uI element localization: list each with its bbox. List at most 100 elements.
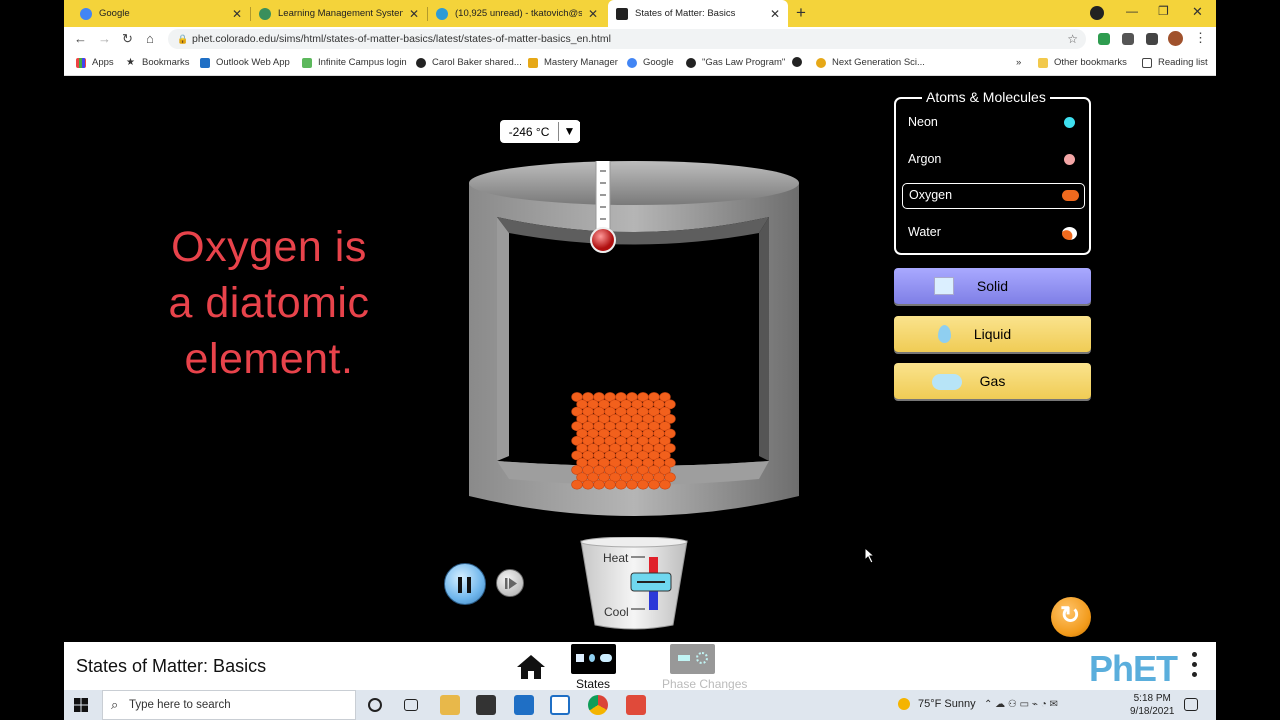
bookmark-apps[interactable]: Apps bbox=[76, 57, 114, 68]
argon-icon bbox=[1064, 154, 1075, 165]
extension-icon[interactable] bbox=[1098, 33, 1110, 45]
puzzle-icon[interactable] bbox=[1146, 33, 1158, 45]
phet-icon bbox=[616, 7, 628, 20]
menu-icon[interactable]: ⋮ bbox=[1194, 30, 1207, 46]
container-rim bbox=[469, 161, 799, 205]
home-icon[interactable]: ⌂ bbox=[146, 31, 154, 46]
screen-states[interactable]: States bbox=[568, 644, 618, 691]
temperature-readout[interactable]: -246 °C ▼ bbox=[500, 120, 580, 143]
maximize-icon[interactable]: ❐ bbox=[1158, 4, 1169, 18]
bookmark-mastery-manager[interactable]: Mastery Manager bbox=[528, 57, 618, 68]
notifications-icon[interactable] bbox=[1184, 698, 1198, 711]
oxygen-atom bbox=[604, 479, 616, 490]
oxygen-atom bbox=[648, 479, 660, 490]
campus-icon bbox=[302, 57, 312, 68]
bookmark-globe[interactable] bbox=[792, 57, 808, 67]
phet-logo[interactable]: PhET bbox=[1089, 648, 1178, 690]
tab-strip: Google ✕ Learning Management System | … … bbox=[64, 0, 1216, 27]
new-tab-button[interactable]: + bbox=[796, 3, 806, 23]
task-view-icon[interactable] bbox=[404, 699, 418, 711]
close-icon[interactable]: ✕ bbox=[409, 7, 419, 21]
temperature-value: -246 °C bbox=[508, 124, 550, 139]
heat-cool-bucket bbox=[580, 537, 688, 630]
forward-icon[interactable]: → bbox=[98, 31, 111, 46]
close-icon[interactable]: ✕ bbox=[232, 7, 242, 21]
atoms-molecules-panel: Neon Argon Oxygen Water bbox=[894, 97, 1091, 255]
oxygen-solid-lattice bbox=[571, 392, 676, 490]
system-tray[interactable]: ⌃ ☁ ⚇ ▭ ⌁ ◔ ✉ bbox=[984, 699, 1058, 710]
bookmarks-overflow-icon[interactable]: » bbox=[1016, 57, 1021, 68]
more-options-icon[interactable] bbox=[1192, 652, 1198, 682]
sun-icon bbox=[898, 698, 910, 710]
overlay-caption: Oxygen is a diatomic element. bbox=[168, 223, 370, 383]
back-icon[interactable]: ← bbox=[74, 31, 87, 46]
sim-navbar: States of Matter: Basics States Phase Ch… bbox=[64, 642, 1216, 691]
bookmark-google[interactable]: Google bbox=[627, 57, 674, 68]
tab-title: States of Matter: Basics bbox=[635, 8, 736, 19]
step-forward-button[interactable] bbox=[496, 569, 524, 597]
atom-option-water[interactable]: Water bbox=[902, 219, 1085, 245]
browser-window: Google ✕ Learning Management System | … … bbox=[64, 0, 1216, 691]
reset-icon: ↻ bbox=[1060, 602, 1081, 629]
bookmark-next-gen[interactable]: Next Generation Sci... bbox=[816, 57, 925, 68]
atoms-panel-title: Atoms & Molecules bbox=[922, 89, 1050, 105]
bookmark-carol-baker[interactable]: Carol Baker shared... bbox=[416, 57, 522, 68]
reading-list[interactable]: Reading list bbox=[1142, 57, 1208, 68]
globe-icon bbox=[416, 57, 426, 68]
globe-icon bbox=[686, 57, 696, 68]
water-molecule-icon bbox=[1062, 227, 1077, 240]
apps-icon bbox=[76, 57, 86, 68]
gas-button[interactable]: Gas bbox=[894, 363, 1091, 399]
bookmark-bookmarks[interactable]: ★ Bookmarks bbox=[126, 57, 190, 68]
tab-title: (10,925 unread) - tkatovich@sbc… bbox=[455, 8, 582, 19]
step-icon bbox=[505, 578, 517, 589]
mail-app-icon[interactable] bbox=[514, 695, 534, 715]
bookmark-star-icon[interactable]: ☆ bbox=[1067, 29, 1078, 49]
address-toolbar: ← → ↻ ⌂ 🔒 phet.colorado.edu/sims/html/st… bbox=[64, 27, 1216, 51]
avatar[interactable] bbox=[1168, 31, 1183, 46]
oxygen-atom bbox=[571, 479, 583, 490]
atom-option-argon[interactable]: Argon bbox=[902, 146, 1085, 172]
oxygen-atom bbox=[582, 479, 594, 490]
reset-all-button[interactable]: ↻ bbox=[1051, 597, 1091, 637]
oxygen-molecule-icon bbox=[1062, 190, 1079, 201]
file-explorer-icon[interactable] bbox=[440, 695, 460, 715]
reload-icon[interactable]: ↻ bbox=[122, 31, 133, 47]
tab-lms[interactable]: Learning Management System | … ✕ bbox=[251, 0, 427, 27]
windows-start-icon[interactable] bbox=[74, 698, 88, 712]
atom-option-oxygen[interactable]: Oxygen bbox=[902, 183, 1085, 209]
bookmark-infinite-campus[interactable]: Infinite Campus login bbox=[302, 57, 407, 68]
screencast-icon[interactable] bbox=[626, 695, 646, 715]
screen-phase-changes[interactable]: Phase Changes bbox=[662, 644, 747, 691]
neon-icon bbox=[1064, 117, 1075, 128]
minimize-icon[interactable]: — bbox=[1126, 4, 1138, 18]
tab-states-of-matter[interactable]: States of Matter: Basics ✕ bbox=[608, 0, 788, 27]
extension-icon[interactable] bbox=[1122, 33, 1134, 45]
cortana-icon[interactable] bbox=[368, 698, 382, 712]
close-icon[interactable]: ✕ bbox=[770, 7, 780, 21]
atom-option-neon[interactable]: Neon bbox=[902, 109, 1085, 135]
window-close-icon[interactable]: ✕ bbox=[1192, 4, 1203, 20]
tab-google[interactable]: Google ✕ bbox=[72, 0, 250, 27]
tab-mail[interactable]: (10,925 unread) - tkatovich@sbc… ✕ bbox=[428, 0, 606, 27]
heat-label: Heat bbox=[603, 551, 629, 565]
chrome-icon[interactable] bbox=[588, 695, 608, 715]
close-icon[interactable]: ✕ bbox=[588, 7, 598, 21]
chevron-down-icon[interactable]: ▼ bbox=[558, 122, 580, 141]
solid-button[interactable]: Solid bbox=[894, 268, 1091, 304]
bookmark-outlook[interactable]: Outlook Web App bbox=[200, 57, 290, 68]
bookmark-other[interactable]: Other bookmarks bbox=[1038, 57, 1127, 68]
clock[interactable]: 5:18 PM 9/18/2021 bbox=[1130, 692, 1175, 718]
liquid-button[interactable]: Liquid bbox=[894, 316, 1091, 352]
home-icon[interactable] bbox=[516, 654, 546, 680]
app-icon[interactable] bbox=[550, 695, 570, 715]
phase-changes-thumbnail bbox=[669, 644, 715, 674]
profile-menu-icon[interactable] bbox=[1090, 6, 1104, 20]
lock-icon[interactable]: 🔒 bbox=[177, 29, 188, 49]
weather-widget[interactable]: 75°F Sunny bbox=[898, 698, 976, 710]
bookmark-gas-law[interactable]: "Gas Law Program" bbox=[686, 57, 785, 68]
taskbar-search-input[interactable]: ⌕ Type here to search bbox=[102, 690, 356, 720]
pause-button[interactable] bbox=[444, 563, 486, 605]
store-icon[interactable] bbox=[476, 695, 496, 715]
address-bar[interactable]: 🔒 phet.colorado.edu/sims/html/states-of-… bbox=[168, 29, 1086, 49]
